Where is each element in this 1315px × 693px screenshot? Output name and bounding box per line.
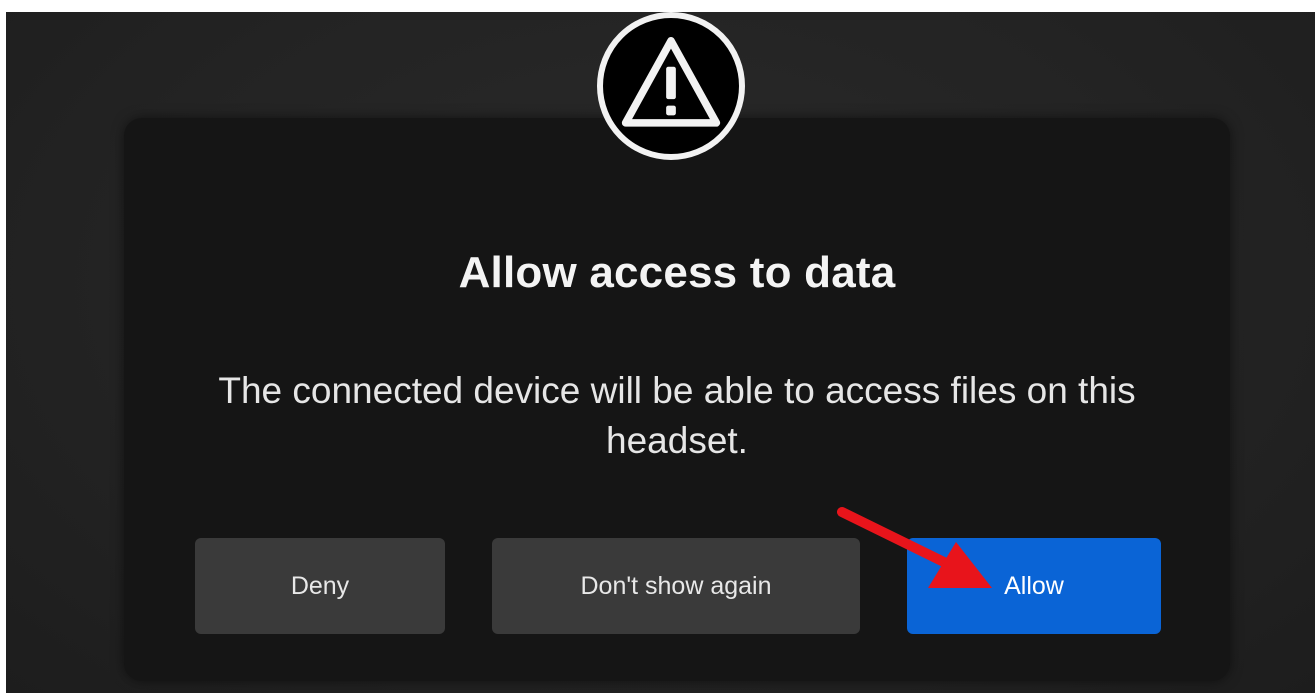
dialog-title: Allow access to data — [458, 248, 896, 297]
dialog-message: The connected device will be able to acc… — [218, 370, 1136, 461]
dont-show-again-button[interactable]: Don't show again — [492, 538, 860, 634]
allow-button[interactable]: Allow — [907, 538, 1161, 634]
deny-button[interactable]: Deny — [195, 538, 445, 634]
deny-button-label: Deny — [290, 571, 350, 600]
warning-triangle-icon — [621, 37, 721, 127]
allow-button-label: Allow — [1004, 571, 1064, 600]
warning-icon — [597, 12, 745, 160]
vr-background: Allow access to data The connected devic… — [6, 12, 1315, 693]
dont-show-again-button-label: Don't show again — [580, 571, 772, 600]
